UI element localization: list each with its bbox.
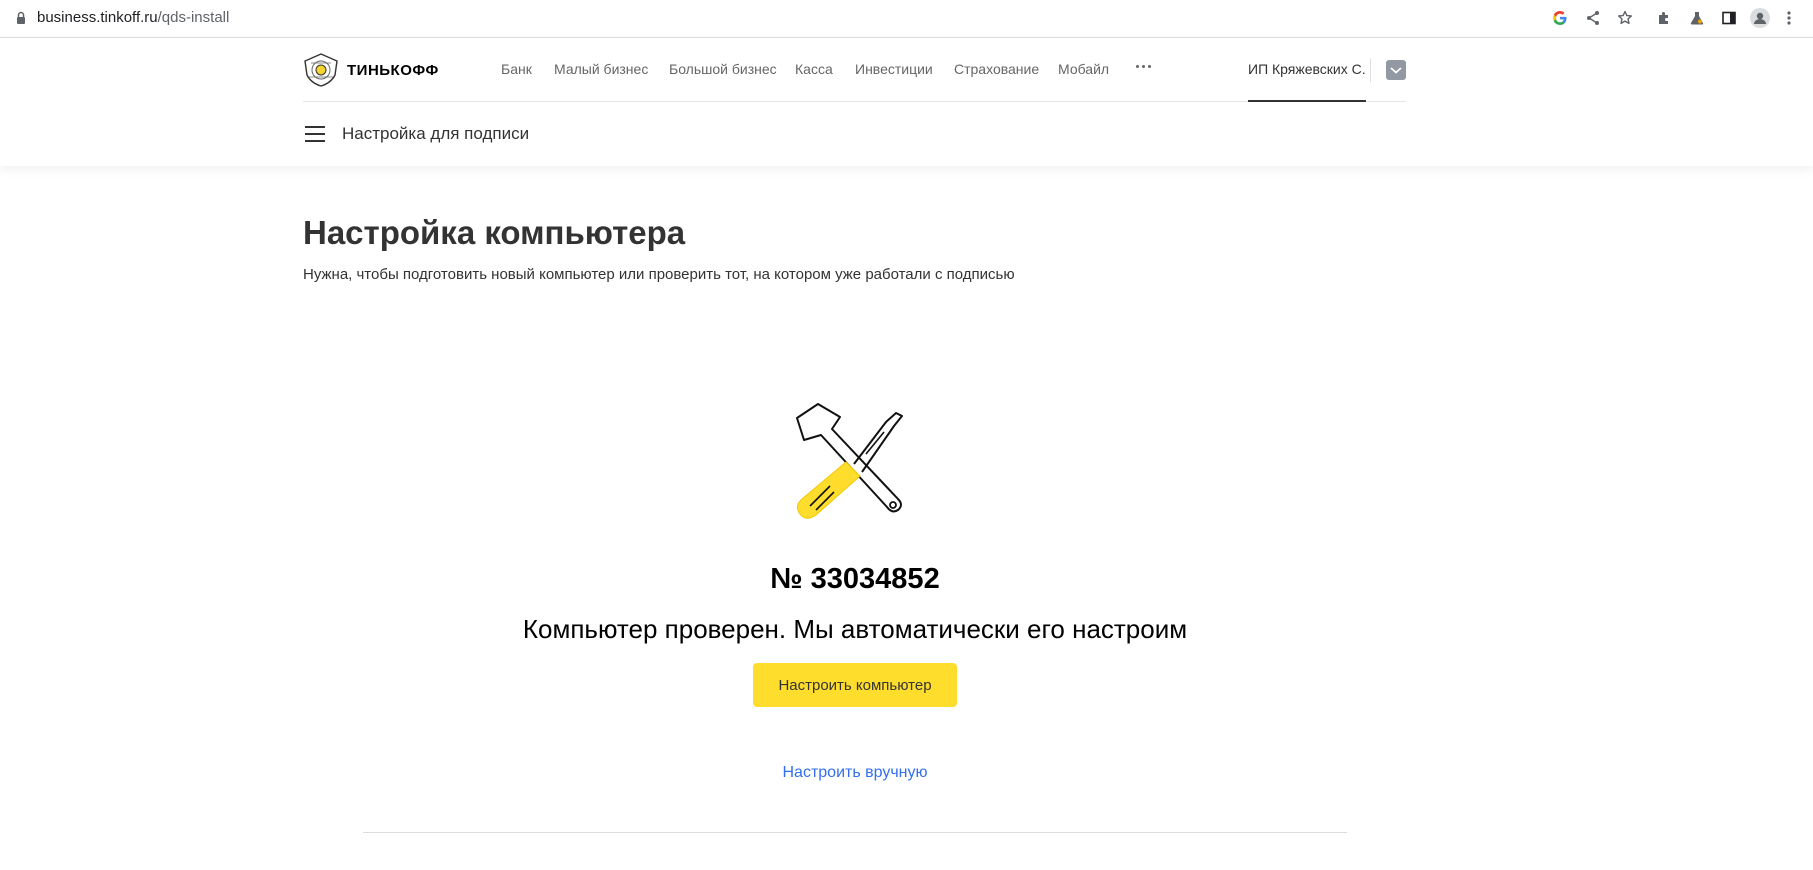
nav-link-bank[interactable]: Банк — [501, 61, 532, 77]
nav-link-mobile[interactable]: Мобайл — [1058, 61, 1109, 77]
logo-text: ТИНЬКОФФ — [347, 61, 439, 79]
section-title: Настройка для подписи — [342, 124, 530, 143]
side-panel-icon[interactable] — [1718, 7, 1740, 29]
nav-link-insurance[interactable]: Страхование — [954, 61, 1039, 77]
more-menu-icon[interactable] — [1134, 58, 1154, 72]
page-title: Настройка компьютера — [303, 214, 686, 251]
page-subtitle: Нужна, чтобы подготовить новый компьютер… — [303, 266, 1015, 283]
setup-computer-button[interactable]: Настроить компьютер — [753, 663, 957, 707]
url-host: business.tinkoff.ru — [37, 9, 158, 26]
account-divider — [1370, 58, 1371, 82]
extensions-icon[interactable] — [1653, 7, 1675, 29]
labs-flask-icon[interactable] — [1686, 7, 1708, 29]
nav-link-small-business[interactable]: Малый бизнес — [554, 61, 648, 77]
computer-number: № 33034852 — [770, 563, 940, 595]
nav-link-kassa[interactable]: Касса — [795, 61, 833, 77]
url-field[interactable]: business.tinkoff.ru/qds-install — [37, 9, 229, 26]
site-header: ТИНЬКОФФ Банк Малый бизнес Большой бизне… — [0, 38, 1813, 166]
url-path: /qds-install — [157, 9, 230, 26]
manual-setup-link[interactable]: Настроить вручную — [0, 764, 1710, 782]
browser-address-bar: business.tinkoff.ru/qds-install — [0, 0, 1813, 38]
top-navigation: ТИНЬКОФФ Банк Малый бизнес Большой бизне… — [303, 38, 1406, 102]
chevron-down-icon — [1390, 67, 1402, 74]
profile-avatar-icon[interactable] — [1749, 7, 1771, 29]
section-navigation: Настройка для подписи — [303, 102, 1406, 166]
hamburger-menu-icon[interactable] — [305, 126, 325, 142]
google-icon[interactable] — [1549, 7, 1571, 29]
nav-link-large-business[interactable]: Большой бизнес — [669, 61, 777, 77]
tinkoff-emblem-icon — [304, 53, 338, 87]
lock-icon — [17, 11, 25, 24]
tinkoff-logo[interactable]: ТИНЬКОФФ — [303, 53, 439, 87]
bookmark-star-icon[interactable] — [1614, 7, 1636, 29]
nav-link-investments[interactable]: Инвестиции — [855, 61, 933, 77]
wrench-screwdriver-illustration-icon — [796, 403, 903, 519]
browser-menu-icon[interactable] — [1782, 7, 1796, 29]
divider — [363, 832, 1347, 833]
status-message: Компьютер проверен. Мы автоматически его… — [522, 614, 1188, 644]
account-dropdown-button[interactable] — [1386, 60, 1406, 80]
account-name[interactable]: ИП Кряжевских С. — [1248, 38, 1366, 102]
share-icon[interactable] — [1582, 7, 1604, 29]
